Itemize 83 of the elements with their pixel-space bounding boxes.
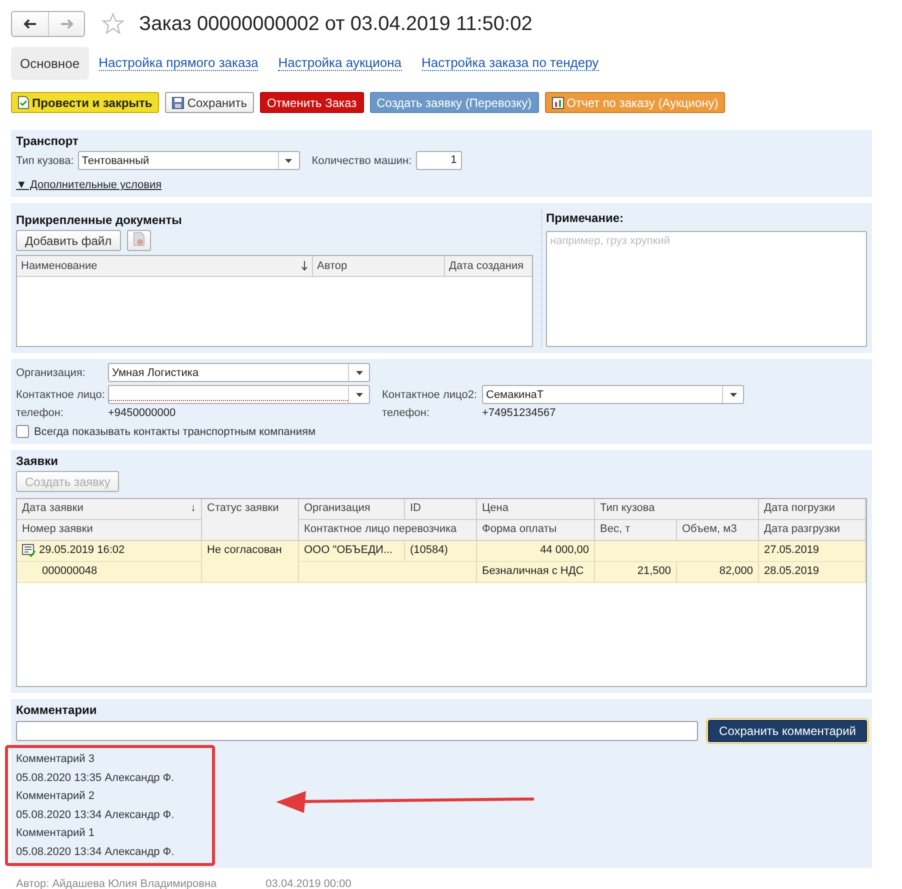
window-title: Заказ 00000000002 от 03.04.2019 11:50:02 <box>139 12 532 36</box>
tab[interactable]: Настройка аукциона <box>278 55 402 71</box>
document-check-icon <box>22 544 36 557</box>
comment-meta: 05.08.2020 13:34 Александр Ф. <box>16 808 174 822</box>
field-label: телефон: <box>16 407 65 419</box>
dropdown-caret-icon <box>285 158 292 162</box>
phone-value: +9450000000 <box>108 407 177 419</box>
field-label: Контактное лицо2: <box>381 388 478 400</box>
column-header[interactable]: ID <box>405 499 477 520</box>
note-label: Примечание: <box>546 211 625 225</box>
table-cell: 44 000,00 <box>540 544 589 558</box>
toolbar-button[interactable]: Провести и закрыть <box>11 92 160 113</box>
column-header[interactable]: Цена <box>477 499 595 520</box>
forward-arrow-icon <box>60 19 74 29</box>
report-chart-icon <box>552 96 564 108</box>
table-cell-text: Не согласован <box>207 544 282 558</box>
add-file-button[interactable]: Добавить файл <box>16 230 121 251</box>
comment-text: Комментарий 1 <box>16 826 94 841</box>
tab[interactable]: Настройка заказа по тендеру <box>422 55 599 71</box>
section-title: Прикрепленные документы <box>16 213 183 227</box>
sort-arrow-icon: ↓ <box>190 502 196 516</box>
comment-text: Комментарий 2 <box>16 789 94 804</box>
save-comment-button[interactable]: Сохранить комментарий <box>708 720 867 742</box>
column-header[interactable]: Дата разгрузки <box>759 520 866 541</box>
document-check-icon <box>18 96 29 109</box>
toolbar-button[interactable]: Отменить Заказ <box>260 92 364 113</box>
column-header[interactable]: Дата погрузки <box>759 499 866 520</box>
table-cell: (10584) <box>410 544 448 558</box>
column-header[interactable]: Номер заявки <box>17 520 202 541</box>
created-date: 03.04.2019 00:00 <box>266 878 352 889</box>
section-title: Транспорт <box>16 134 80 148</box>
toolbar-button[interactable]: Сохранить <box>165 92 254 113</box>
dropdown-caret-icon <box>730 392 736 396</box>
document-delete-icon <box>132 232 145 246</box>
additional-conditions-link[interactable]: ▼ Дополнительные условия <box>16 179 162 191</box>
table-row[interactable]: 29.05.2019 16:02 Не согласован ООО "ОБЪЕДИ... (10584) 44 000,00 27.05.2019 000000048 Безналичная с НДС 21,500 82,000 28.05.2019 <box>17 541 866 583</box>
back-arrow-icon <box>23 19 37 29</box>
field-label: Тип кузова: <box>16 154 74 166</box>
column-header[interactable]: Тип кузова <box>595 499 759 520</box>
organization-dropdown[interactable]: Умная Логистика <box>108 363 370 382</box>
column-header[interactable]: Статус заявки <box>202 499 299 541</box>
tab[interactable]: Настройка прямого заказа <box>98 55 258 71</box>
table-cell: Безналичная с НДС <box>482 565 584 579</box>
table-cell: 000000048 <box>42 565 98 579</box>
checkbox-label: Всегда показывать контакты транспортным компаниям <box>34 426 316 438</box>
dropdown-caret-icon <box>356 392 362 396</box>
comment-input-field[interactable] <box>16 721 698 741</box>
column-header[interactable]: Организация <box>299 499 405 520</box>
column-header[interactable]: Наименование <box>17 256 313 276</box>
author-text: Автор: Айдашева Юлия Владимировна <box>16 878 217 889</box>
field-label: Организация: <box>16 366 86 378</box>
field-label: Количество машин: <box>312 154 412 166</box>
table-cell: 21,500 <box>637 565 671 579</box>
checkbox[interactable] <box>16 425 29 438</box>
body-type-dropdown[interactable]: Тентованный <box>78 151 300 170</box>
table-cell: 29.05.2019 16:02 <box>39 544 125 558</box>
vehicle-count-field[interactable]: 1 <box>416 151 462 170</box>
column-header[interactable]: Дата создания <box>445 256 532 276</box>
column-header[interactable]: Объем, м3 <box>677 520 759 541</box>
column-header[interactable]: Форма оплаты <box>477 520 595 541</box>
table-cell: 82,000 <box>719 565 753 579</box>
column-header[interactable]: Автор <box>313 256 445 276</box>
contact-person-2-dropdown[interactable]: СемакинаТ <box>482 385 744 404</box>
column-header[interactable]: Дата заявки ↓ <box>17 499 202 520</box>
section-title: Комментарии <box>16 703 98 717</box>
dropdown-caret-icon <box>356 370 362 374</box>
comment-meta: 05.08.2020 13:35 Александр Ф. <box>16 770 174 786</box>
contact-person-dropdown[interactable] <box>108 385 370 404</box>
note-field[interactable]: например, груз хрупкий <box>546 231 867 347</box>
tab[interactable]: Основное <box>11 46 89 80</box>
star-icon[interactable] <box>101 12 125 36</box>
phone-value: +74951234567 <box>482 407 557 419</box>
table-cell: ООО "ОБЪЕДИ... <box>304 544 393 558</box>
column-header[interactable]: Контактное лицо перевозчика <box>299 520 477 541</box>
comment-text: Комментарий 3 <box>16 752 94 767</box>
column-header[interactable]: Вес, т <box>595 520 677 541</box>
comment-meta: 05.08.2020 13:34 Александр Ф. <box>16 844 174 860</box>
section-title: Заявки <box>16 454 59 468</box>
field-label: Контактное лицо: <box>16 388 106 400</box>
table-cell: 27.05.2019 <box>764 544 820 558</box>
table-cell: 28.05.2019 <box>764 565 820 579</box>
field-label: телефон: <box>381 407 431 419</box>
delete-file-button[interactable] <box>126 230 151 251</box>
